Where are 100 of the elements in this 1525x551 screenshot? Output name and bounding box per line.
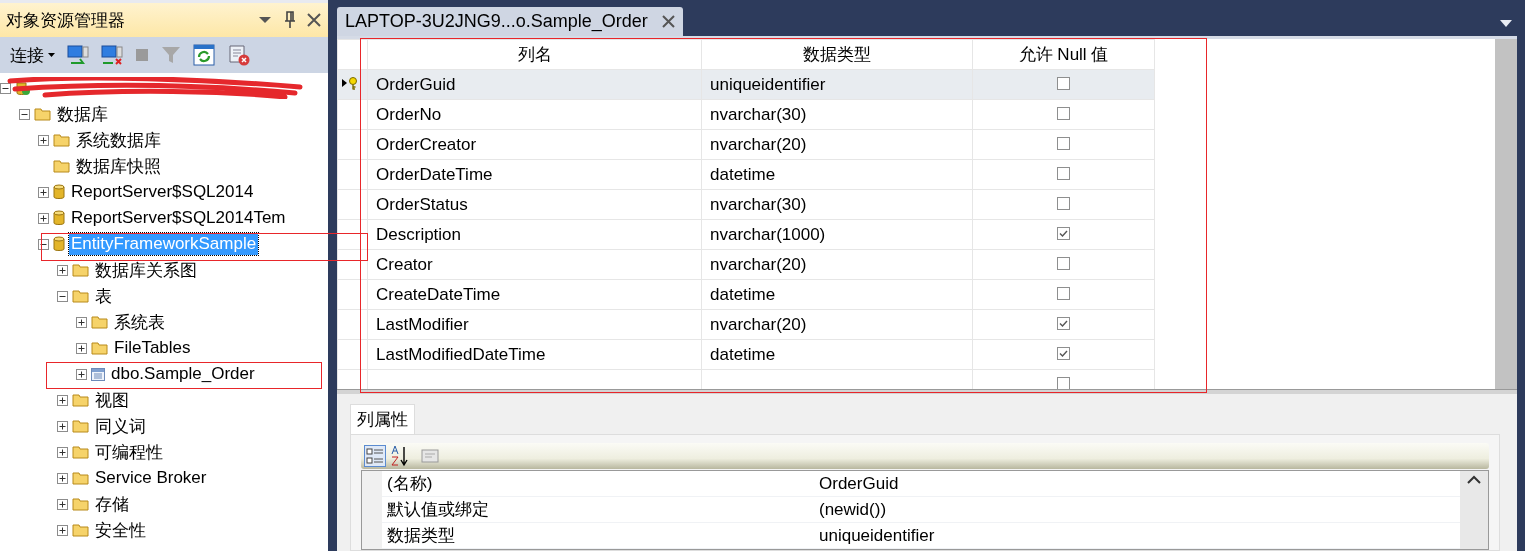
- expand-icon[interactable]: [57, 420, 68, 432]
- folder-icon: [72, 445, 89, 459]
- folder-icon: [72, 263, 89, 277]
- table-cell: nvarchar(30): [701, 189, 973, 220]
- sort-alpha-icon[interactable]: [390, 445, 410, 467]
- checkbox[interactable]: [1057, 346, 1070, 360]
- table-cell: Creator: [367, 249, 702, 280]
- scroll-up-icon[interactable]: [1467, 475, 1481, 484]
- disconnect-icon[interactable]: [101, 45, 123, 65]
- dropdown-icon[interactable]: [1499, 20, 1513, 28]
- tree-item[interactable]: 表: [93, 283, 114, 309]
- database-icon: [53, 184, 65, 200]
- close-icon[interactable]: [306, 12, 322, 28]
- checkbox[interactable]: [1057, 106, 1070, 120]
- table-cell: OrderCreator: [367, 129, 702, 160]
- scrollbar[interactable]: [1495, 39, 1517, 389]
- folder-icon: [34, 107, 51, 121]
- expand-icon[interactable]: [57, 524, 68, 536]
- folder-icon: [53, 133, 70, 147]
- expand-icon[interactable]: [57, 264, 68, 276]
- tree-item[interactable]: 数据库关系图: [93, 257, 199, 283]
- folder-icon: [72, 497, 89, 511]
- server-icon: [15, 80, 31, 96]
- refresh-icon[interactable]: [193, 44, 215, 66]
- folder-icon: [72, 471, 89, 485]
- table-cell: OrderStatus: [367, 189, 702, 220]
- collapse-icon[interactable]: [19, 108, 30, 120]
- tree-item[interactable]: 系统数据库: [74, 127, 163, 153]
- checkbox[interactable]: [1057, 166, 1070, 180]
- table-row[interactable]: OrderDateTime datetime: [337, 159, 1155, 190]
- table-row[interactable]: OrderStatus nvarchar(30): [337, 189, 1155, 220]
- tree-item[interactable]: 同义词: [93, 413, 148, 439]
- checkbox[interactable]: [1057, 196, 1070, 210]
- property-value[interactable]: OrderGuid: [814, 471, 1460, 496]
- checkbox[interactable]: [1057, 256, 1070, 270]
- table-cell: nvarchar(20): [701, 129, 973, 160]
- column-header: 允许 Null 值: [972, 39, 1155, 70]
- tree-item[interactable]: ReportServer$SQL2014Tem: [69, 207, 288, 229]
- table-row[interactable]: LastModifiedDateTime datetime: [337, 339, 1155, 370]
- tree-item[interactable]: 安全性: [93, 517, 148, 543]
- tree-item[interactable]: Service Broker: [93, 467, 209, 489]
- expand-icon[interactable]: [76, 316, 87, 328]
- table-row[interactable]: CreateDateTime datetime: [337, 279, 1155, 310]
- table-row[interactable]: LastModifier nvarchar(20): [337, 309, 1155, 340]
- table-row[interactable]: Creator nvarchar(20): [337, 249, 1155, 280]
- expand-icon[interactable]: [57, 394, 68, 406]
- connect-icon[interactable]: [67, 45, 89, 65]
- database-icon: [53, 236, 65, 252]
- tree-item[interactable]: dbo.Sample_Order: [109, 363, 257, 385]
- checkbox[interactable]: [1057, 226, 1070, 240]
- property-row[interactable]: (名称) OrderGuid: [382, 471, 1460, 497]
- expand-icon[interactable]: [57, 446, 68, 458]
- property-value[interactable]: (newid()): [814, 497, 1460, 522]
- property-value[interactable]: uniqueidentifier: [814, 523, 1460, 548]
- tree-item[interactable]: 数据库: [55, 101, 110, 127]
- table-cell: OrderNo: [367, 99, 702, 130]
- expand-icon[interactable]: [57, 472, 68, 484]
- panel-title: 对象资源管理器: [6, 9, 126, 32]
- expand-icon[interactable]: [76, 342, 87, 354]
- pin-icon[interactable]: [284, 11, 296, 29]
- property-row[interactable]: 默认值或绑定 (newid()): [382, 497, 1460, 523]
- folder-icon: [72, 419, 89, 433]
- connect-button[interactable]: 连接: [10, 43, 55, 67]
- checkbox[interactable]: [1057, 286, 1070, 300]
- folder-icon: [91, 315, 108, 329]
- table-cell: datetime: [701, 279, 973, 310]
- expand-icon[interactable]: [38, 212, 49, 224]
- table-cell: nvarchar(20): [701, 309, 973, 340]
- tree-item[interactable]: FileTables: [112, 337, 193, 359]
- property-row[interactable]: 数据类型 uniqueidentifier: [382, 523, 1460, 549]
- properties-tab[interactable]: 列属性: [350, 404, 415, 434]
- checkbox[interactable]: [1057, 136, 1070, 150]
- tree-item[interactable]: 系统表: [112, 309, 167, 335]
- column-header: 数据类型: [701, 39, 973, 70]
- tree-item[interactable]: ReportServer$SQL2014: [69, 181, 256, 203]
- collapse-icon[interactable]: [38, 238, 49, 250]
- close-icon[interactable]: [661, 15, 675, 28]
- tree-item[interactable]: 数据库快照: [74, 153, 163, 179]
- tree-item[interactable]: 视图: [93, 387, 131, 413]
- checkbox[interactable]: [1057, 76, 1070, 90]
- script-stop-icon[interactable]: [227, 44, 251, 66]
- expand-icon[interactable]: [38, 134, 49, 146]
- tree-item[interactable]: 存储: [93, 491, 131, 517]
- collapse-icon[interactable]: [0, 82, 11, 94]
- table-cell: uniqueidentifier: [701, 69, 973, 100]
- collapse-icon[interactable]: [57, 290, 68, 302]
- checkbox[interactable]: [1057, 376, 1070, 390]
- table-row[interactable]: Description nvarchar(1000): [337, 219, 1155, 250]
- expand-icon[interactable]: [57, 498, 68, 510]
- expand-icon[interactable]: [76, 368, 87, 380]
- tree-item[interactable]: 可编程性: [93, 439, 165, 465]
- table-icon: [91, 367, 105, 381]
- document-tab[interactable]: LAPTOP-3U2JNG9...o.Sample_Order: [337, 7, 683, 36]
- table-row[interactable]: OrderNo nvarchar(30): [337, 99, 1155, 130]
- dropdown-icon[interactable]: [258, 16, 272, 24]
- checkbox[interactable]: [1057, 316, 1070, 330]
- table-row[interactable]: OrderGuid uniqueidentifier: [337, 69, 1155, 100]
- table-row[interactable]: OrderCreator nvarchar(20): [337, 129, 1155, 160]
- database-icon: [53, 210, 65, 226]
- expand-icon[interactable]: [38, 186, 49, 198]
